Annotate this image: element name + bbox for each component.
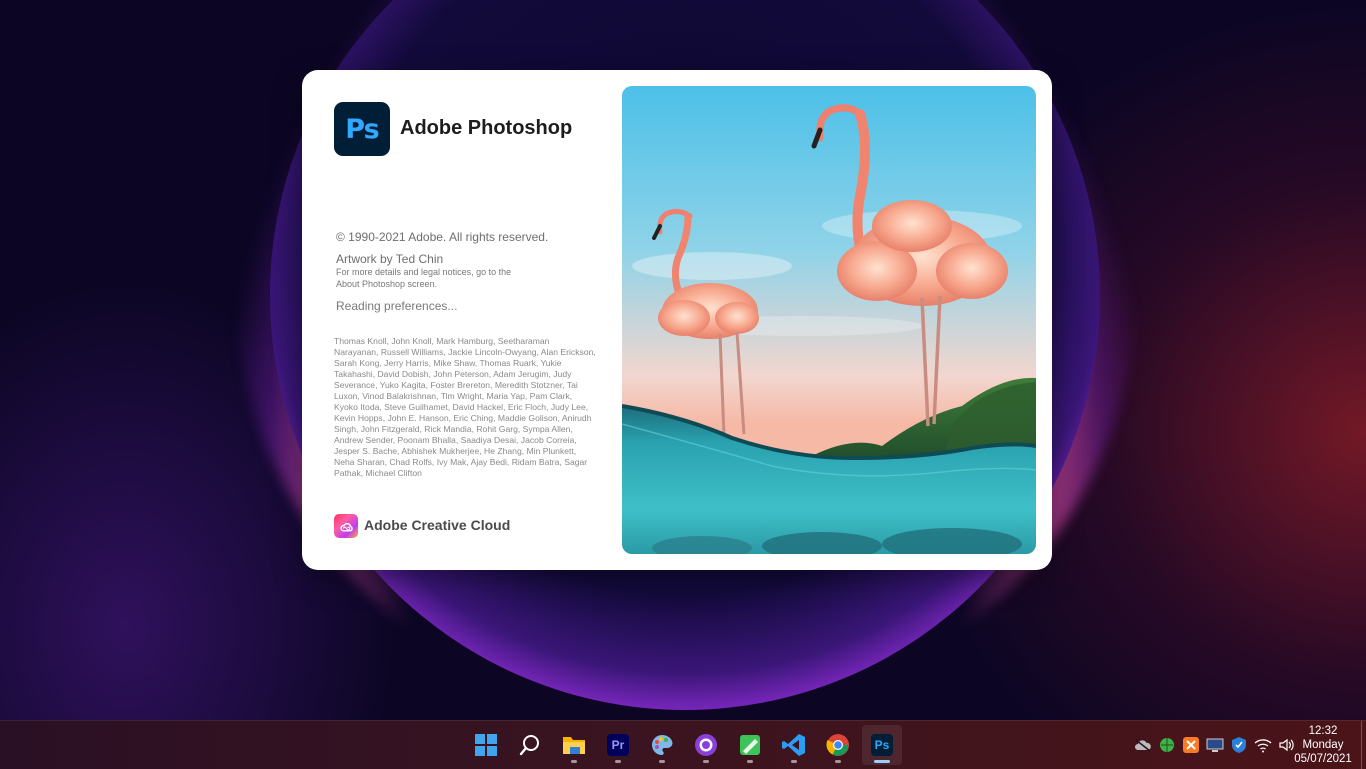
artwork-credit: Artwork by Ted Chin — [336, 252, 444, 266]
legal-notice-line-2: About Photoshop screen. — [336, 279, 438, 289]
taskbar-file-explorer[interactable] — [554, 725, 594, 765]
credits-list: Thomas Knoll, John Knoll, Mark Hamburg, … — [334, 336, 596, 478]
onedrive-icon[interactable] — [1134, 736, 1152, 754]
taskbar-photoshop[interactable]: Ps — [862, 725, 902, 765]
photoshop-logo-icon: Ps — [334, 102, 390, 156]
security-shield-icon[interactable] — [1230, 736, 1248, 754]
taskbar-premiere-pro[interactable]: Pr — [598, 725, 638, 765]
premiere-pro-icon: Pr — [607, 734, 629, 756]
green-notepad-icon — [740, 735, 760, 755]
windows-logo-icon — [475, 734, 497, 756]
creative-cloud-label: Adobe Creative Cloud — [364, 517, 511, 533]
github-icon — [695, 734, 717, 756]
taskbar-chrome[interactable] — [818, 725, 858, 765]
photoshop-icon-label: Ps — [874, 738, 890, 752]
taskbar-paint[interactable] — [642, 725, 682, 765]
taskbar-github-desktop[interactable] — [686, 725, 726, 765]
taskbar: Pr Ps 12:32 Monday 05/07/2021 — [0, 720, 1366, 769]
clock-day: Monday — [1302, 739, 1344, 751]
taskbar-clock[interactable]: 12:32 Monday 05/07/2021 — [1290, 724, 1356, 766]
creative-cloud-icon — [334, 514, 358, 538]
taskbar-vscode[interactable] — [774, 725, 814, 765]
folder-icon — [563, 737, 585, 754]
search-icon — [519, 735, 539, 756]
splash-artwork-flamingos — [622, 86, 1036, 554]
paint-palette-icon — [652, 735, 673, 755]
clock-date: 05/07/2021 — [1294, 753, 1352, 765]
search-button[interactable] — [510, 725, 550, 765]
system-tray — [1134, 721, 1296, 769]
clock-time: 12:32 — [1308, 725, 1338, 737]
network-globe-icon[interactable] — [1158, 736, 1176, 754]
photoshop-logo-text: Ps — [345, 113, 379, 145]
vscode-icon — [782, 734, 805, 756]
display-settings-icon[interactable] — [1206, 736, 1224, 754]
start-button[interactable] — [466, 725, 506, 765]
photoshop-icon: Ps — [871, 734, 893, 756]
taskbar-notepad-plus[interactable] — [730, 725, 770, 765]
photoshop-splash-screen: Ps Adobe Photoshop © 1990-2021 Adobe. Al… — [302, 70, 1052, 570]
loading-status: Reading preferences... — [336, 299, 458, 313]
premiere-pro-icon-label: Pr — [611, 738, 625, 752]
wifi-icon[interactable] — [1254, 736, 1272, 754]
xampp-icon[interactable] — [1182, 736, 1200, 754]
legal-notice-line-1: For more details and legal notices, go t… — [336, 267, 512, 277]
chrome-icon — [826, 734, 849, 756]
app-title: Adobe Photoshop — [400, 117, 573, 139]
desktop-wallpaper: Ps Adobe Photoshop © 1990-2021 Adobe. Al… — [0, 0, 1366, 720]
show-desktop-button[interactable] — [1361, 721, 1366, 769]
copyright-text: © 1990-2021 Adobe. All rights reserved. — [336, 230, 549, 244]
